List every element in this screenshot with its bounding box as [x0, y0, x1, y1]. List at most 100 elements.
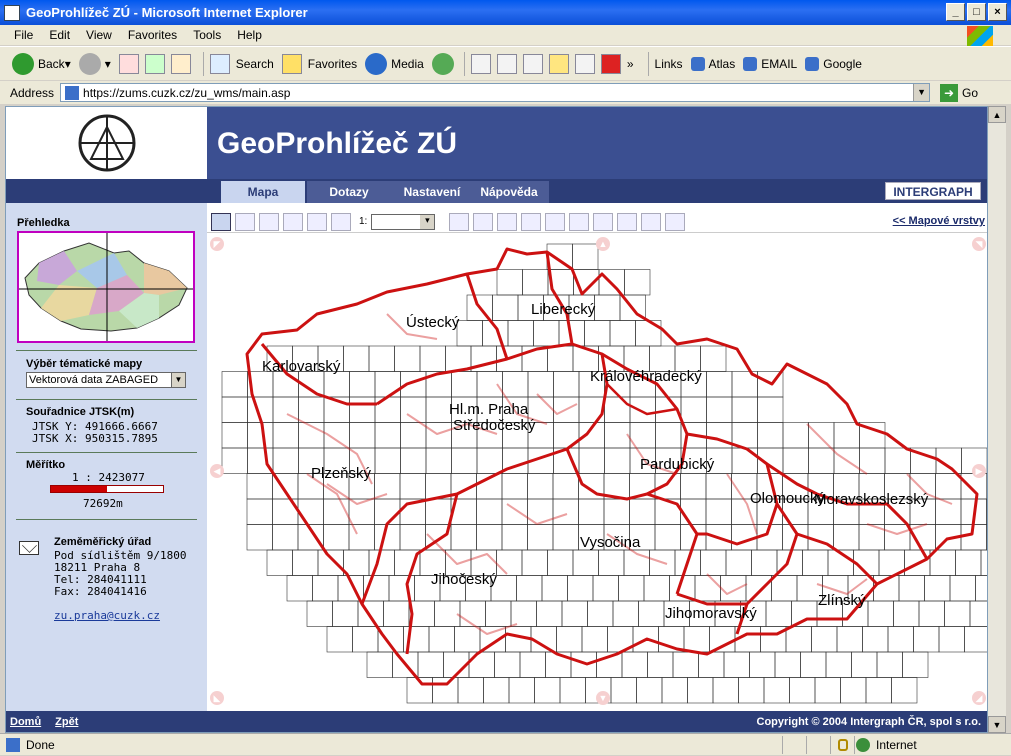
map-sheet-cell [547, 345, 574, 372]
maximize-button[interactable]: □ [967, 3, 986, 21]
map-sheet-cell [221, 396, 248, 423]
map-sheet-cell [567, 575, 594, 602]
map-sheet-cell [865, 677, 892, 704]
pan-northeast-icon[interactable]: ◥ [972, 237, 986, 251]
cancel-icon[interactable] [569, 212, 590, 231]
back-link[interactable]: Zpět [55, 716, 78, 728]
history-icon[interactable] [431, 52, 454, 75]
map-sheet-cell [610, 677, 637, 704]
go-button[interactable]: ➜ Go [940, 83, 978, 102]
map-sheet-cell [400, 422, 427, 449]
stop-icon[interactable] [118, 53, 139, 74]
map-sheet-cell [774, 651, 801, 678]
favorites-button[interactable]: Favorites [281, 53, 357, 74]
scroll-up-icon[interactable]: ▲ [988, 106, 1006, 123]
forward-button[interactable]: ▾ [78, 52, 111, 75]
map-sheet-cell [516, 575, 543, 602]
overview-map[interactable] [17, 231, 195, 343]
region-border [360, 342, 609, 605]
menu-tools[interactable]: Tools [193, 28, 221, 42]
media-button[interactable]: Media [365, 52, 424, 75]
eraser-icon[interactable] [449, 212, 470, 231]
menu-favorites[interactable]: Favorites [128, 28, 177, 42]
zoom-out-icon[interactable] [283, 212, 303, 231]
vertical-scrollbar[interactable]: ▲ ▼ [988, 106, 1006, 733]
pan-northwest-icon[interactable]: ◤ [210, 237, 224, 251]
region-label: Středočeský [453, 417, 536, 434]
back-button[interactable]: Back ▾ [12, 52, 71, 75]
theme-select[interactable]: Vektorová data ZABAGED ▼ [26, 372, 186, 388]
print-icon[interactable] [521, 212, 542, 231]
menu-help[interactable]: Help [237, 28, 262, 42]
map-sheet-cell [924, 575, 951, 602]
home-icon[interactable] [170, 53, 191, 74]
menu-edit[interactable]: Edit [49, 28, 70, 42]
map-sheet-cell [771, 575, 798, 602]
map-sheet-cell [705, 473, 732, 500]
area-measure-icon[interactable] [497, 212, 518, 231]
link-email[interactable]: EMAIL [743, 56, 797, 71]
tab-nastaveni[interactable]: Nastavení [390, 181, 474, 203]
mail-icon[interactable] [470, 53, 491, 74]
select-pointer-icon[interactable] [211, 212, 231, 231]
map-sheet-cell [541, 575, 568, 602]
menu-file[interactable]: File [14, 28, 33, 42]
zoom-in-icon[interactable] [259, 212, 279, 231]
redo-icon[interactable] [617, 212, 638, 231]
menu-bar: File Edit View Favorites Tools Help [0, 25, 1011, 45]
minimize-button[interactable]: _ [946, 3, 965, 21]
note-icon[interactable] [548, 53, 569, 74]
tab-mapa[interactable]: Mapa [221, 181, 305, 203]
scroll-thumb[interactable] [988, 123, 1006, 716]
identify-icon[interactable] [545, 212, 566, 231]
map-sheet-cell [317, 549, 344, 576]
link-google[interactable]: Google [805, 56, 862, 71]
zoom-extent-icon[interactable] [331, 212, 351, 231]
region-border [796, 532, 879, 586]
pan-southeast-icon[interactable]: ◢ [972, 691, 986, 705]
messenger-icon[interactable] [574, 53, 595, 74]
pan-west-icon[interactable]: ◀ [210, 464, 224, 478]
refresh-map-icon[interactable] [665, 212, 686, 231]
tab-dotazy[interactable]: Dotazy [307, 181, 391, 203]
pan-east-icon[interactable]: ▶ [972, 464, 986, 478]
map-layers-link[interactable]: << Mapové vrstvy [893, 215, 985, 227]
menu-view[interactable]: View [86, 28, 112, 42]
map-sheet-cell [501, 473, 528, 500]
address-input[interactable]: https://zums.cuzk.cz/zu_wms/main.asp ▼ [60, 83, 931, 102]
map-sheet-cell [604, 396, 631, 423]
map-sheet-cell [323, 371, 350, 398]
research-icon[interactable] [600, 53, 621, 74]
tab-napoveda[interactable]: Nápověda [469, 181, 549, 203]
map-sheet-cell [496, 549, 523, 576]
office-line: Fax: 284041416 [54, 585, 147, 598]
scale-select[interactable] [371, 213, 436, 230]
map-sheet-cell [578, 396, 605, 423]
intergraph-logo[interactable]: INTERGRAPH [885, 182, 981, 200]
scroll-down-icon[interactable]: ▼ [988, 716, 1006, 733]
search-button[interactable]: Search [209, 53, 274, 74]
legend-icon[interactable] [641, 212, 662, 231]
map-sheet-cell [643, 575, 670, 602]
refresh-icon[interactable] [144, 53, 165, 74]
close-button[interactable]: × [988, 3, 1007, 21]
chevron-down-icon[interactable]: ▼ [913, 84, 930, 101]
edit-icon[interactable] [522, 53, 543, 74]
map-sheet-cell [884, 447, 911, 474]
pan-north-icon[interactable]: ▲ [596, 237, 610, 251]
pan-southwest-icon[interactable]: ◣ [210, 691, 224, 705]
measure-icon[interactable] [473, 212, 494, 231]
map-sheet-cell [492, 294, 519, 321]
link-atlas[interactable]: Atlas [690, 56, 735, 71]
zoom-box-icon[interactable] [235, 212, 255, 231]
map-sheet-cell [918, 600, 945, 627]
region-label: Hl.m. Praha [449, 401, 529, 418]
map-canvas[interactable]: ▲ ◤ ◥ ◀ ▶ ◣ ▼ ◢ Ústecký Liberecký Karlov… [207, 234, 987, 709]
pan-icon[interactable] [307, 212, 327, 231]
home-link[interactable]: Domů [10, 716, 41, 728]
map-sheet-cell [343, 549, 370, 576]
undo-icon[interactable] [593, 212, 614, 231]
pan-south-icon[interactable]: ▼ [596, 691, 610, 705]
email-link[interactable]: zu.praha@cuzk.cz [54, 609, 160, 622]
print-icon[interactable] [496, 53, 517, 74]
